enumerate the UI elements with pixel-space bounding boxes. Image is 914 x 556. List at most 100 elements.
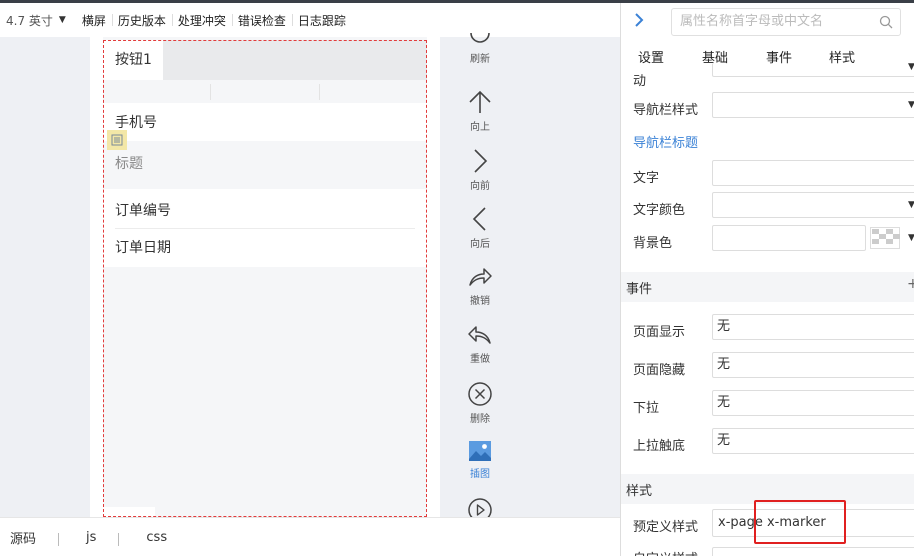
search-placeholder: 属性名称首字母或中文名 — [680, 14, 824, 29]
order-number-field[interactable]: 订单编号 — [103, 189, 427, 229]
title-field-label: 标题 — [115, 156, 143, 172]
redo-label: 重做 — [470, 354, 490, 365]
list-marker-icon[interactable] — [107, 130, 127, 150]
page-preview[interactable]: 按钮1 手机号 标题 订单编号 订单日期 — [103, 37, 427, 517]
order-date-label: 订单日期 — [115, 240, 171, 256]
caret-down-icon: ▼ — [908, 62, 914, 72]
color-swatch[interactable] — [870, 227, 900, 249]
event-label: 页面隐藏 — [633, 363, 686, 378]
js-tab[interactable]: js — [58, 530, 118, 546]
bottom-stub — [103, 507, 155, 517]
undo-label: 撤销 — [470, 296, 490, 307]
events-section-header: 事件 + — [621, 272, 914, 302]
back-label: 向后 — [470, 239, 490, 250]
order-date-field[interactable]: 订单日期 — [103, 229, 427, 267]
custom-style-input[interactable] — [712, 547, 914, 556]
custom-style-label: 自定义样式 — [633, 548, 698, 556]
predefined-style-label: 预定义样式 — [633, 520, 699, 535]
up-tool[interactable]: 向上 — [440, 89, 520, 133]
event-label: 上拉触底 — [633, 439, 686, 454]
nav-title-section: 导航栏标题 — [633, 136, 699, 151]
text-row: 文字 — [621, 160, 914, 190]
order-number-label: 订单编号 — [115, 203, 171, 219]
event-row: 上拉触底 无 — [621, 428, 914, 458]
caret-down-icon: ▼ — [908, 233, 914, 243]
event-value-select[interactable]: 无 — [712, 314, 914, 340]
delete-label: 删除 — [470, 414, 490, 425]
code-tabs-bar: 源码 js css — [0, 517, 620, 556]
search-icon — [879, 15, 893, 29]
device-size-label: 4.7 英寸 — [6, 13, 53, 28]
resolve-conflict-button[interactable]: 处理冲突 — [171, 12, 232, 29]
partial-label: 动 — [633, 74, 647, 89]
source-tab[interactable]: 源码 — [0, 528, 58, 547]
insert-image-tool[interactable]: 插图 — [440, 440, 520, 480]
events-section-title: 事件 — [626, 282, 653, 297]
log-trace-button[interactable]: 日志跟踪 — [291, 12, 352, 29]
text-color-select[interactable] — [712, 192, 914, 218]
event-row: 下拉 无 — [621, 390, 914, 420]
undo-icon — [469, 268, 492, 286]
text-label: 文字 — [633, 171, 660, 186]
caret-down-icon: ▼ — [58, 15, 66, 25]
panel-body: 动 ▼ 导航栏样式 ▼ 导航栏标题 文字 文字颜色 ▼ 背景色 — [621, 62, 914, 556]
event-value-select[interactable]: 无 — [712, 352, 914, 378]
nav-style-row: 导航栏样式 ▼ — [621, 92, 914, 122]
bg-color-row: 背景色 ▼ — [621, 225, 914, 255]
delete-tool[interactable]: 删除 — [440, 381, 520, 425]
redo-icon — [468, 326, 491, 344]
divider — [319, 84, 320, 100]
back-tool[interactable]: 向后 — [440, 206, 520, 250]
chevron-right-icon — [474, 149, 488, 173]
delete-icon — [468, 382, 492, 406]
text-color-row: 文字颜色 ▼ — [621, 192, 914, 222]
title-field[interactable]: 标题 — [103, 141, 427, 189]
bg-color-input[interactable] — [712, 225, 866, 251]
refresh-tool[interactable]: 刷新 — [440, 31, 520, 65]
chevron-left-icon — [472, 207, 486, 231]
chevron-right-icon[interactable] — [633, 12, 645, 28]
event-label: 页面显示 — [633, 325, 686, 340]
add-event-button[interactable]: + — [907, 276, 914, 292]
divider — [210, 84, 211, 100]
refresh-label: 刷新 — [470, 54, 490, 65]
caret-down-icon: ▼ — [908, 200, 914, 210]
event-label: 下拉 — [633, 401, 660, 416]
editor-toolbar: 4.7 英寸 ▼ 横屏 历史版本 处理冲突 错误检查 日志跟踪 — [0, 3, 620, 37]
forward-tool[interactable]: 向前 — [440, 148, 520, 192]
event-value-select[interactable]: 无 — [712, 390, 914, 416]
tool-column: 刷新 向上 向前 向后 撤销 重做 删除 插图 — [440, 32, 520, 522]
event-value-select[interactable]: 无 — [712, 428, 914, 454]
forward-label: 向前 — [470, 181, 490, 192]
css-tab[interactable]: css — [118, 530, 189, 546]
arrow-up-icon — [469, 90, 491, 113]
event-row: 页面隐藏 无 — [621, 352, 914, 382]
partial-row: 动 ▼ — [621, 62, 914, 89]
text-color-label: 文字颜色 — [633, 203, 686, 218]
nav-style-select[interactable] — [712, 92, 914, 118]
phone-field[interactable]: 手机号 — [103, 103, 427, 141]
highlight-box — [754, 500, 846, 544]
landscape-button[interactable]: 横屏 — [76, 12, 112, 29]
undo-tool[interactable]: 撤销 — [440, 265, 520, 307]
event-row: 页面显示 无 — [621, 314, 914, 344]
tab-button-1[interactable]: 按钮1 — [103, 40, 163, 80]
partial-select[interactable] — [712, 63, 914, 77]
design-canvas: 按钮1 手机号 标题 订单编号 订单日期 刷新 向上 向前 向后 撤销 重做 删… — [0, 32, 620, 522]
property-panel: 属性名称首字母或中文名 设置 基础 事件 样式 动 ▼ 导航栏样式 ▼ 导航栏标… — [620, 3, 914, 556]
style-section-title: 样式 — [626, 484, 653, 499]
tab-bar: 按钮1 — [103, 40, 427, 80]
insert-image-label: 插图 — [470, 469, 490, 480]
image-icon — [469, 441, 491, 461]
error-check-button[interactable]: 错误检查 — [231, 12, 292, 29]
up-label: 向上 — [470, 122, 490, 133]
phone-field-label: 手机号 — [115, 115, 157, 131]
refresh-icon — [470, 32, 490, 43]
text-input[interactable] — [712, 160, 914, 186]
device-size-select[interactable]: 4.7 英寸 ▼ — [6, 12, 66, 29]
bg-color-label: 背景色 — [633, 236, 673, 251]
redo-tool[interactable]: 重做 — [440, 323, 520, 365]
panel-header: 属性名称首字母或中文名 — [621, 3, 914, 41]
property-search-input[interactable]: 属性名称首字母或中文名 — [671, 8, 901, 36]
history-button[interactable]: 历史版本 — [111, 12, 172, 29]
